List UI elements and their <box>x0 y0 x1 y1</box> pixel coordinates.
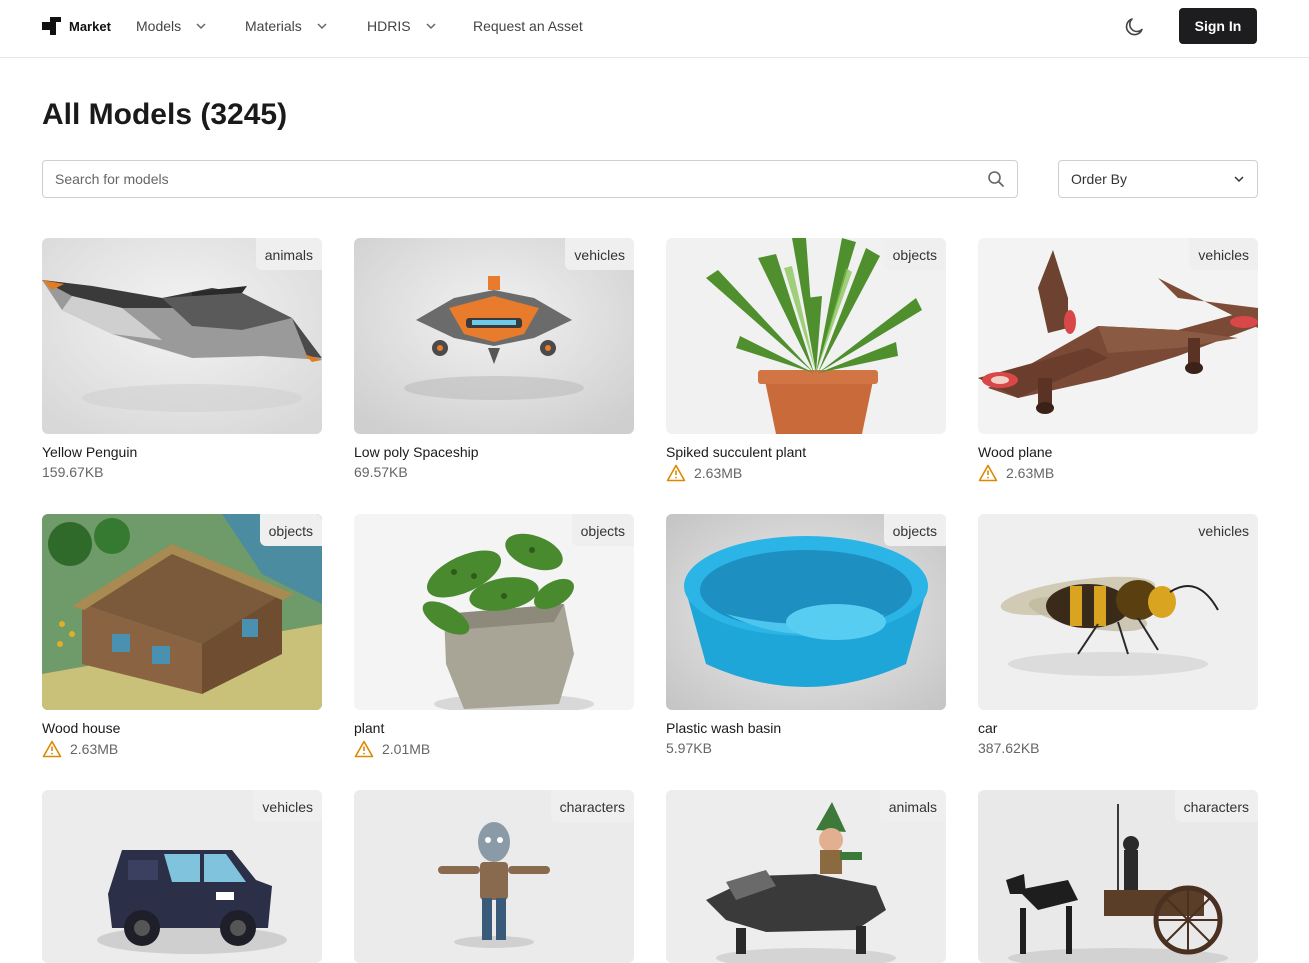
warning-icon <box>354 740 374 758</box>
model-thumbnail: characters <box>354 790 634 963</box>
nav-request-asset-label: Request an Asset <box>473 18 583 34</box>
model-size: 387.62KB <box>978 740 1258 756</box>
model-size: 69.57KB <box>354 464 634 480</box>
nav-materials-label: Materials <box>245 18 302 34</box>
model-card[interactable]: vehicles Wood plane 2.63MB <box>978 238 1258 482</box>
model-size: 2.63MB <box>666 464 946 482</box>
model-thumbnail: objects <box>666 238 946 434</box>
category-badge: vehicles <box>253 790 322 822</box>
model-thumbnail: vehicles <box>978 238 1258 434</box>
model-card[interactable]: vehicles <box>42 790 322 963</box>
model-card[interactable]: objects plant 2.01MB <box>354 514 634 758</box>
model-thumbnail: vehicles <box>978 514 1258 710</box>
search-icon[interactable] <box>987 170 1005 188</box>
model-size-label: 2.63MB <box>694 465 743 481</box>
nav-hdris[interactable]: HDRIS <box>367 18 437 34</box>
model-size-label: 69.57KB <box>354 464 408 480</box>
model-thumbnail: objects <box>666 514 946 710</box>
model-size-label: 2.63MB <box>70 741 119 757</box>
model-size: 2.63MB <box>978 464 1258 482</box>
model-name: Wood house <box>42 720 121 736</box>
model-size-label: 5.97KB <box>666 740 712 756</box>
model-card[interactable]: vehicles Low poly Spaceship 69.57KB <box>354 238 634 480</box>
order-by-select[interactable]: Order By <box>1058 160 1258 198</box>
chevron-down-icon <box>1234 176 1244 183</box>
model-card[interactable]: animals Yellow Penguin 159.67KB <box>42 238 322 480</box>
model-thumbnail: characters <box>978 790 1258 963</box>
order-by-label: Order By <box>1071 171 1128 187</box>
search-box <box>42 160 1018 198</box>
model-card[interactable]: animals <box>666 790 946 963</box>
nav-materials[interactable]: Materials <box>245 18 328 34</box>
model-size: 2.63MB <box>42 740 322 758</box>
category-badge: vehicles <box>565 238 634 270</box>
chevron-down-icon <box>317 23 327 30</box>
category-badge: characters <box>550 790 634 822</box>
model-card[interactable]: characters <box>354 790 634 963</box>
model-card[interactable]: objects Spiked succulent plant 2.63MB <box>666 238 946 482</box>
model-thumbnail: vehicles <box>42 790 322 963</box>
category-badge: objects <box>571 514 634 546</box>
model-size-label: 159.67KB <box>42 464 104 480</box>
search-input[interactable] <box>43 161 1017 197</box>
category-badge: objects <box>883 514 946 546</box>
warning-icon <box>978 464 998 482</box>
chevron-down-icon <box>196 23 206 30</box>
model-name: Yellow Penguin <box>42 444 138 460</box>
model-name: plant <box>354 720 385 736</box>
model-size-label: 387.62KB <box>978 740 1040 756</box>
sign-in-button[interactable]: Sign In <box>1179 8 1257 44</box>
top-navbar: Market Models Materials HDRIS Request an… <box>0 0 1309 58</box>
category-badge: vehicles <box>1189 238 1258 270</box>
model-card[interactable]: objects Plastic wash basin 5.97KB <box>666 514 946 756</box>
model-thumbnail: objects <box>354 514 634 710</box>
model-size-label: 2.01MB <box>382 741 431 757</box>
nav-models-label: Models <box>136 18 182 34</box>
logo[interactable]: Market <box>42 17 111 35</box>
model-name: Wood plane <box>978 444 1053 460</box>
warning-icon <box>42 740 62 758</box>
category-badge: animals <box>255 238 322 270</box>
model-thumbnail: vehicles <box>354 238 634 434</box>
category-badge: objects <box>883 238 946 270</box>
nav-hdris-label: HDRIS <box>367 18 411 34</box>
model-card[interactable]: objects Wood house 2.63MB <box>42 514 322 758</box>
model-name: Low poly Spaceship <box>354 444 479 460</box>
model-size: 159.67KB <box>42 464 322 480</box>
model-card[interactable]: characters <box>978 790 1258 963</box>
model-size: 2.01MB <box>354 740 634 758</box>
nav-models[interactable]: Models <box>136 18 207 34</box>
model-name: Spiked succulent plant <box>666 444 807 460</box>
model-thumbnail: animals <box>42 238 322 434</box>
model-thumbnail: animals <box>666 790 946 963</box>
category-badge: vehicles <box>1189 514 1258 546</box>
model-name: Plastic wash basin <box>666 720 782 736</box>
model-name: car <box>978 720 998 736</box>
chevron-down-icon <box>426 23 436 30</box>
page-title: All Models (3245) <box>42 98 288 131</box>
model-card[interactable]: vehicles car 387.62KB <box>978 514 1258 756</box>
model-size: 5.97KB <box>666 740 946 756</box>
category-badge: characters <box>1174 790 1258 822</box>
logo-text: Market <box>69 18 111 34</box>
nav-request-asset[interactable]: Request an Asset <box>473 18 583 34</box>
model-size-label: 2.63MB <box>1006 465 1055 481</box>
model-thumbnail: objects <box>42 514 322 710</box>
moon-icon[interactable] <box>1122 15 1146 39</box>
logo-icon <box>42 17 61 35</box>
warning-icon <box>666 464 686 482</box>
category-badge: animals <box>879 790 946 822</box>
category-badge: objects <box>259 514 322 546</box>
